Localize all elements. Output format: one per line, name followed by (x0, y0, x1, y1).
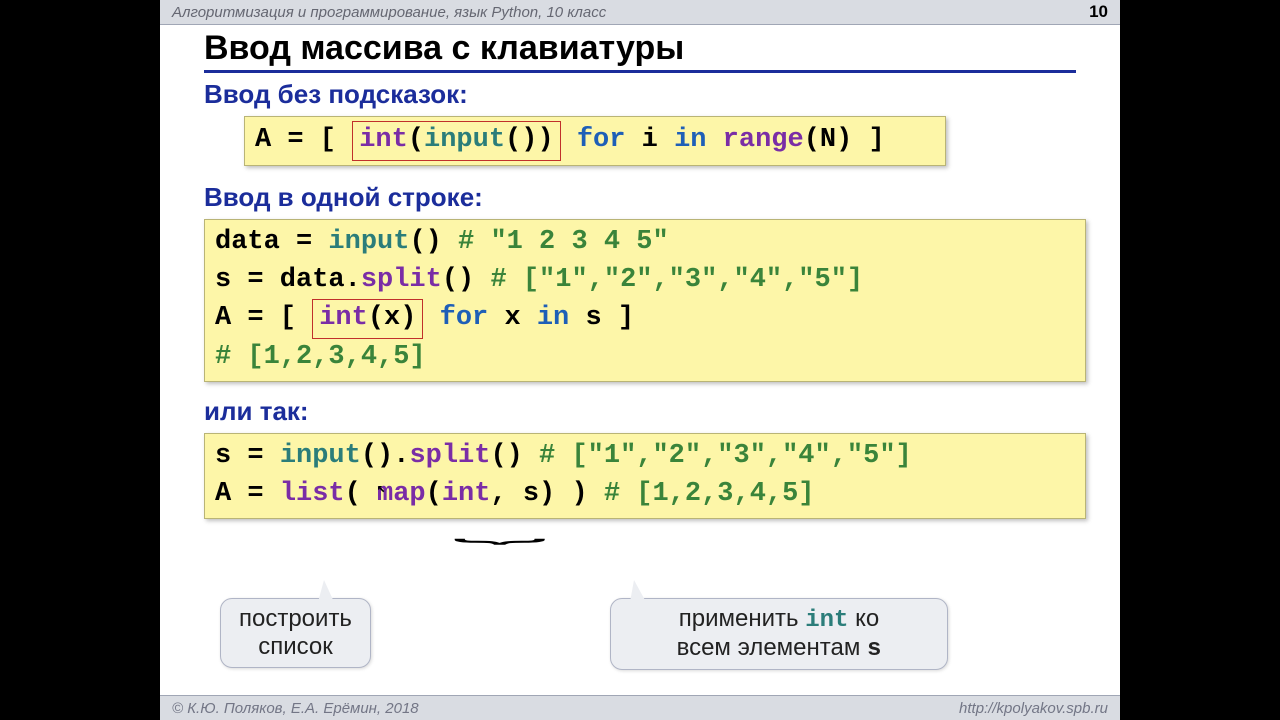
code-text: () (490, 441, 522, 471)
kw-int: int (359, 125, 408, 155)
kw-in: in (537, 303, 569, 333)
footer: © К.Ю. Поляков, Е.А. Ерёмин, 2018 http:/… (160, 695, 1120, 720)
code-text: (N) ] (804, 125, 885, 155)
kw-in: in (674, 125, 706, 155)
kw-int: int (442, 479, 491, 509)
page-title: Ввод массива с клавиатуры (204, 29, 1076, 73)
callout-mono: int (805, 607, 848, 634)
code-text: () (442, 265, 474, 295)
codebox-3: s = input().split() # ["1","2","3","4","… (204, 433, 1086, 519)
code-text: ) (537, 125, 553, 155)
red-highlight: int(input()) (352, 121, 560, 161)
kw-split: split (361, 265, 442, 295)
code-line: s = input().split() # ["1","2","3","4","… (215, 438, 1075, 476)
callout-text: применить (679, 605, 805, 632)
code-text: s = (215, 441, 280, 471)
callout-tail-icon (318, 580, 334, 602)
code-line: s = data.split() # ["1","2","3","4","5"] (215, 262, 1075, 300)
code-text: data = (215, 227, 328, 257)
callout-right: применить int ко всем элементам s (610, 598, 948, 670)
red-highlight: int(x) (312, 299, 423, 339)
code-text: s = data. (215, 265, 361, 295)
footer-left: © К.Ю. Поляков, Е.А. Ерёмин, 2018 (172, 700, 419, 717)
code-line: # [1,2,3,4,5] (215, 339, 1075, 377)
code-line: data = input() # "1 2 3 4 5" (215, 224, 1075, 262)
code-text: () (505, 125, 537, 155)
code-text: A = [ (255, 125, 352, 155)
code-text: () (409, 227, 441, 257)
section3-label: или так: (204, 396, 1076, 427)
code-text: i (625, 125, 674, 155)
kw-for: for (561, 125, 626, 155)
kw-int: int (319, 303, 368, 333)
code-text: s ] (569, 303, 634, 333)
section1-label: Ввод без подсказок: (204, 79, 1076, 110)
kw-split: split (409, 441, 490, 471)
comment: # [1,2,3,4,5] (588, 479, 815, 509)
kw-list: list (280, 479, 345, 509)
code-text: (x) (368, 303, 417, 333)
comment: # "1 2 3 4 5" (442, 227, 669, 257)
code-text: ( (345, 479, 377, 509)
kw-range: range (706, 125, 803, 155)
page-number: 10 (1089, 2, 1108, 22)
callout-tail-icon (630, 580, 646, 602)
breadcrumb: Алгоритмизация и программирование, язык … (172, 4, 606, 21)
footer-right: http://kpolyakov.spb.ru (959, 700, 1108, 717)
code-text: x (488, 303, 537, 333)
kw-map: map (377, 479, 426, 509)
slide: Алгоритмизация и программирование, язык … (160, 0, 1120, 720)
topbar: Алгоритмизация и программирование, язык … (160, 0, 1120, 25)
brace-icon: ⏟ (453, 513, 547, 545)
callout-mono: s (867, 636, 881, 663)
code-text: , s) ) (490, 479, 587, 509)
kw-input: input (424, 125, 505, 155)
code-line: A = [ int(x) for x in s ] (215, 299, 1075, 339)
kw-for: for (423, 303, 488, 333)
comment: # ["1","2","3","4","5"] (474, 265, 863, 295)
code-text: ( (426, 479, 442, 509)
code-text: A = (215, 479, 280, 509)
section2-label: Ввод в одной строке: (204, 182, 1076, 213)
kw-input: input (280, 441, 361, 471)
code-line: A = list( map(int, s) ) # [1,2,3,4,5] (215, 476, 1075, 514)
callout-left: построить список (220, 598, 371, 668)
kw-input: input (328, 227, 409, 257)
comment: # [1,2,3,4,5] (215, 342, 426, 372)
codebox-1: A = [ int(input()) for i in range(N) ] (244, 116, 946, 166)
code-text: A = [ (215, 303, 312, 333)
codebox-2: data = input() # "1 2 3 4 5" s = data.sp… (204, 219, 1086, 382)
comment: # ["1","2","3","4","5"] (523, 441, 912, 471)
code-text: (). (361, 441, 410, 471)
